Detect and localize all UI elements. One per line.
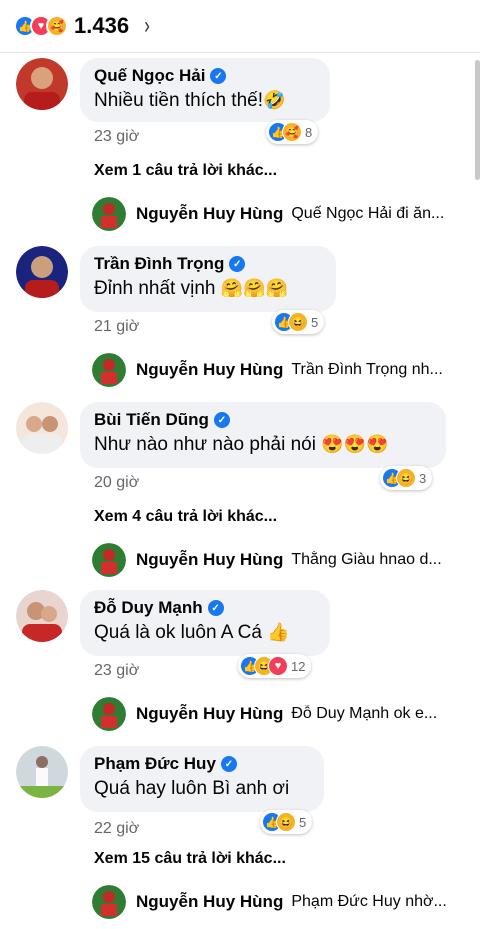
scrollbar[interactable] bbox=[475, 60, 480, 180]
reply-preview[interactable]: Nguyễn Huy Hùng Thằng Giàu hnao d... bbox=[92, 542, 480, 578]
view-more-replies-link[interactable]: Xem 1 câu trả lời khác... bbox=[94, 162, 277, 180]
care-icon: 🥰 bbox=[282, 122, 302, 142]
reply-text: Thằng Giàu hnao d... bbox=[291, 551, 442, 568]
comment-text: Nhiều tiền thích thế! bbox=[94, 90, 263, 111]
verified-badge-icon: ✓ bbox=[220, 756, 237, 772]
comment-reactions-badge[interactable]: 👍 😆 ♥ 12 bbox=[238, 654, 312, 678]
comment-author[interactable]: Bùi Tiến Dũng bbox=[94, 410, 209, 430]
comment-bubble[interactable]: Phạm Đức Huy ✓ Quá hay luôn Bì anh ơi bbox=[80, 746, 324, 812]
avatar[interactable] bbox=[16, 590, 68, 642]
total-reactions-count: 1.436 bbox=[74, 13, 130, 38]
reply-author[interactable]: Nguyễn Huy Hùng bbox=[136, 704, 283, 724]
haha-icon: 😆 bbox=[288, 312, 308, 332]
comment-bubble[interactable]: Trần Đình Trọng ✓ Đỉnh nhất vịnh 🤗🤗🤗 bbox=[80, 246, 336, 312]
reaction-count: 5 bbox=[311, 314, 319, 330]
reply-text: Đỗ Duy Mạnh ok e... bbox=[291, 705, 438, 722]
reaction-count: 8 bbox=[305, 124, 313, 140]
comment-text: Quá hay luôn Bì anh ơi bbox=[94, 778, 290, 799]
avatar[interactable] bbox=[16, 402, 68, 454]
haha-icon: 😆 bbox=[396, 468, 416, 488]
reply-author[interactable]: Nguyễn Huy Hùng bbox=[136, 892, 283, 912]
reply-preview[interactable]: Nguyễn Huy Hùng Quế Ngọc Hải đi ăn... bbox=[92, 196, 480, 232]
comment-author[interactable]: Quế Ngọc Hải bbox=[94, 66, 205, 86]
avatar[interactable] bbox=[16, 746, 68, 798]
comment-reactions-badge[interactable]: 👍 😆 3 bbox=[380, 466, 433, 490]
haha-icon: 😆 bbox=[276, 812, 296, 832]
comment-reactions-badge[interactable]: 👍 😆 5 bbox=[272, 310, 325, 334]
comment-timestamp[interactable]: 23 giờ bbox=[94, 128, 139, 146]
reply-text: Quế Ngọc Hải đi ăn... bbox=[291, 205, 445, 222]
comment-timestamp[interactable]: 23 giờ bbox=[94, 662, 139, 680]
comment-timestamp[interactable]: 20 giờ bbox=[94, 474, 139, 492]
reply-author[interactable]: Nguyễn Huy Hùng bbox=[136, 204, 283, 224]
reply-text: Trần Đình Trọng nh... bbox=[291, 361, 443, 378]
reactions-summary-bar[interactable]: 👍 ♥ 🥰 1.436 › bbox=[0, 0, 480, 53]
comment-bubble[interactable]: Quế Ngọc Hải ✓ Nhiều tiền thích thế!🤣 bbox=[80, 58, 330, 122]
avatar[interactable] bbox=[92, 543, 126, 577]
comment-author[interactable]: Phạm Đức Huy bbox=[94, 754, 216, 774]
avatar[interactable] bbox=[92, 885, 126, 919]
avatar[interactable] bbox=[16, 246, 68, 298]
comment-author[interactable]: Đỗ Duy Mạnh bbox=[94, 598, 203, 618]
reaction-count: 5 bbox=[299, 814, 307, 830]
view-more-replies-link[interactable]: Xem 15 câu trả lời khác... bbox=[94, 850, 286, 868]
emoji: 🤗🤗🤗 bbox=[220, 278, 288, 298]
reaction-count: 12 bbox=[291, 658, 306, 674]
verified-badge-icon: ✓ bbox=[229, 256, 246, 272]
comment-bubble[interactable]: Đỗ Duy Mạnh ✓ Quá là ok luôn A Cá 👍 bbox=[80, 590, 330, 656]
comment-text: Quá là ok luôn A Cá bbox=[94, 622, 262, 643]
view-more-replies-link[interactable]: Xem 4 câu trả lời khác... bbox=[94, 508, 277, 526]
comment-reactions-badge[interactable]: 👍 🥰 8 bbox=[266, 120, 319, 144]
comment-timestamp[interactable]: 21 giờ bbox=[94, 318, 139, 336]
reply-text: Phạm Đức Huy nhờ... bbox=[291, 893, 447, 910]
comment-text: Như nào như nào phải nói bbox=[94, 434, 316, 455]
verified-badge-icon: ✓ bbox=[210, 68, 227, 84]
comment-timestamp[interactable]: 22 giờ bbox=[94, 820, 139, 838]
emoji: 🤣 bbox=[263, 90, 286, 110]
comment-bubble[interactable]: Bùi Tiến Dũng ✓ Như nào như nào phải nói… bbox=[80, 402, 446, 468]
reaction-icons-group: 👍 ♥ 🥰 bbox=[14, 15, 68, 37]
emoji: 👍 bbox=[267, 622, 290, 642]
comment-reactions-badge[interactable]: 👍 😆 5 bbox=[260, 810, 313, 834]
avatar[interactable] bbox=[16, 58, 68, 110]
care-icon: 🥰 bbox=[46, 15, 68, 37]
reply-preview[interactable]: Nguyễn Huy Hùng Phạm Đức Huy nhờ... bbox=[92, 884, 480, 920]
avatar[interactable] bbox=[92, 353, 126, 387]
love-icon: ♥ bbox=[268, 656, 288, 676]
verified-badge-icon: ✓ bbox=[213, 412, 230, 428]
emoji: 😍😍😍 bbox=[321, 434, 389, 454]
reply-author[interactable]: Nguyễn Huy Hùng bbox=[136, 550, 283, 570]
verified-badge-icon: ✓ bbox=[207, 600, 224, 616]
reply-preview[interactable]: Nguyễn Huy Hùng Trần Đình Trọng nh... bbox=[92, 352, 480, 388]
reply-preview[interactable]: Nguyễn Huy Hùng Đỗ Duy Mạnh ok e... bbox=[92, 696, 480, 732]
avatar[interactable] bbox=[92, 197, 126, 231]
reaction-count: 3 bbox=[419, 470, 427, 486]
reply-author[interactable]: Nguyễn Huy Hùng bbox=[136, 360, 283, 380]
chevron-right-icon[interactable]: › bbox=[144, 12, 150, 40]
comment-text: Đỉnh nhất vịnh bbox=[94, 278, 216, 299]
avatar[interactable] bbox=[92, 697, 126, 731]
comment-author[interactable]: Trần Đình Trọng bbox=[94, 254, 224, 274]
